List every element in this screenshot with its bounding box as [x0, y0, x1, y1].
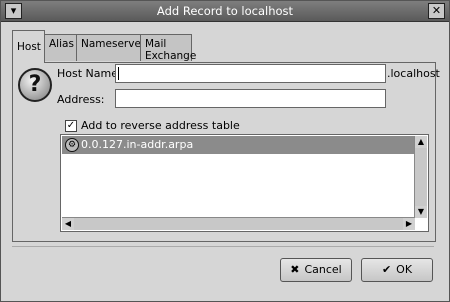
tab-mail-exchange[interactable]: Mail Exchange	[140, 34, 196, 62]
address-input[interactable]	[115, 89, 386, 108]
ok-button[interactable]: ✔ OK	[361, 258, 433, 282]
window-title: Add Record to localhost	[156, 4, 294, 18]
button-separator	[12, 246, 434, 247]
x-icon: ✖	[290, 263, 300, 276]
scroll-down-arrow-icon[interactable]: ▼	[415, 206, 427, 218]
domain-suffix: .localhost	[387, 67, 440, 80]
list-item[interactable]: ⚙ 0.0.127.in-addr.arpa	[62, 136, 415, 154]
close-button[interactable]: ✕	[428, 3, 445, 19]
scroll-right-arrow-icon[interactable]: ▶	[403, 218, 415, 230]
horizontal-scrollbar[interactable]: ◀ ▶	[62, 217, 415, 230]
ok-label: OK	[396, 263, 413, 276]
question-mark-icon: ?	[18, 68, 52, 102]
scroll-up-arrow-icon[interactable]: ▲	[415, 136, 427, 148]
reverse-address-label: Add to reverse address table	[81, 119, 240, 132]
cancel-button[interactable]: ✖ Cancel	[280, 258, 352, 282]
cancel-label: Cancel	[304, 263, 342, 276]
host-name-input[interactable]	[115, 64, 386, 83]
scroll-left-arrow-icon[interactable]: ◀	[62, 218, 74, 230]
zone-icon: ⚙	[65, 138, 79, 152]
checkmark-icon: ✔	[381, 263, 392, 276]
tab-alias[interactable]: Alias	[44, 34, 77, 61]
host-name-label: Host Name:	[57, 67, 122, 80]
address-label: Address:	[57, 93, 105, 106]
text-cursor	[118, 67, 119, 80]
list-item-label: 0.0.127.in-addr.arpa	[81, 138, 194, 151]
tab-host[interactable]: Host	[12, 30, 45, 63]
vertical-scrollbar[interactable]: ▲ ▼	[414, 136, 427, 218]
reverse-address-checkbox[interactable]: ✓	[65, 120, 77, 132]
tab-nameserver[interactable]: Nameserver	[76, 34, 145, 61]
reverse-zone-list[interactable]: ⚙ 0.0.127.in-addr.arpa ▲ ▼ ◀ ▶	[60, 134, 429, 232]
title-bar[interactable]: ▾ Add Record to localhost ✕	[1, 1, 449, 22]
